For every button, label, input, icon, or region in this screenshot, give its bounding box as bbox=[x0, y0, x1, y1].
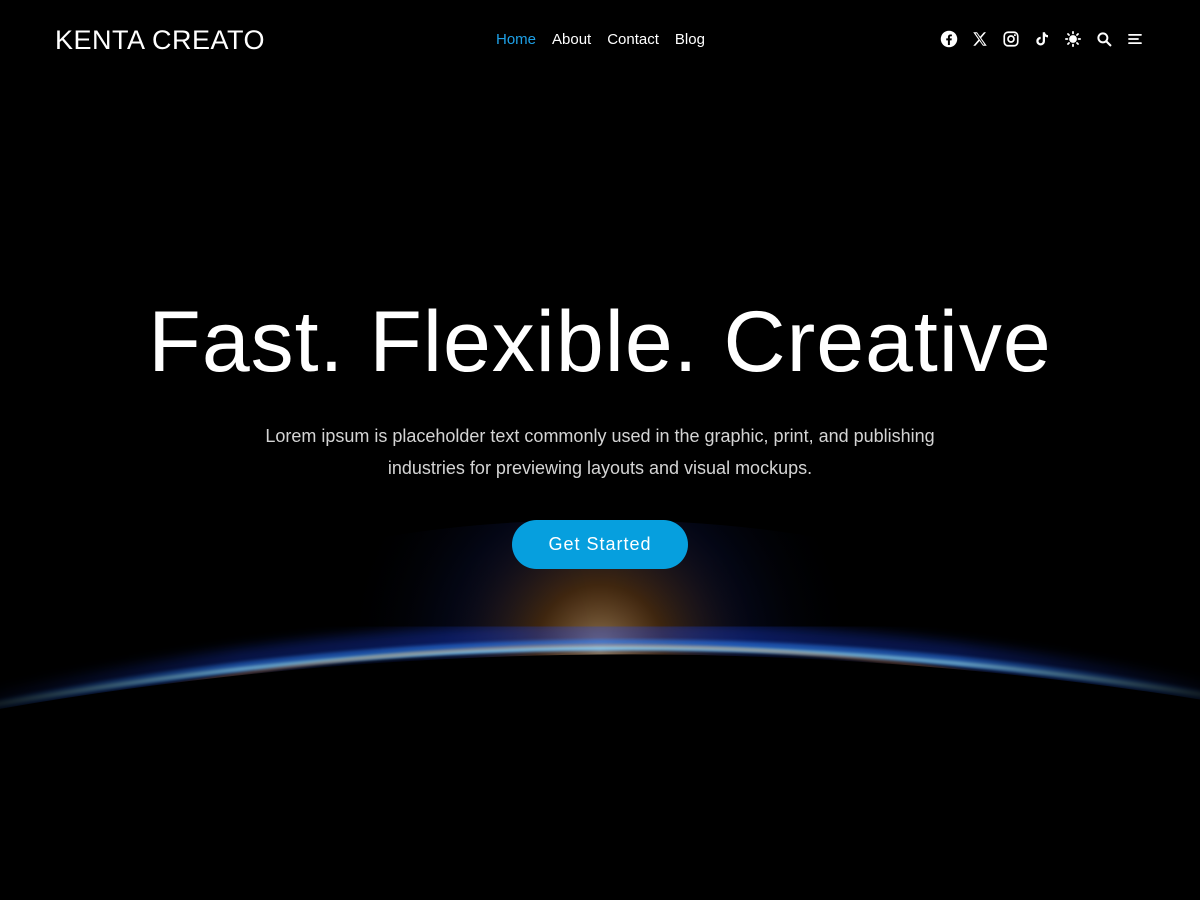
hero-subtitle: Lorem ipsum is placeholder text commonly… bbox=[265, 426, 935, 478]
x-twitter-icon[interactable] bbox=[970, 29, 990, 49]
search-icon[interactable] bbox=[1094, 29, 1114, 49]
facebook-icon[interactable] bbox=[939, 29, 959, 49]
nav-link-contact[interactable]: Contact bbox=[599, 30, 667, 50]
get-started-button[interactable]: Get Started bbox=[512, 520, 688, 569]
nav-link-home[interactable]: Home bbox=[488, 30, 544, 50]
menu-icon[interactable] bbox=[1125, 29, 1145, 49]
hero-content: Fast. Flexible. Creative Lorem ipsum is … bbox=[0, 290, 1200, 569]
site-logo[interactable]: KENTA CREATO bbox=[55, 24, 265, 56]
nav-link-blog[interactable]: Blog bbox=[667, 30, 713, 50]
site-header: KENTA CREATO Home About Contact Blog bbox=[0, 0, 1200, 80]
theme-toggle-icon[interactable] bbox=[1063, 29, 1083, 49]
hero-title: Fast. Flexible. Creative bbox=[148, 294, 1052, 390]
instagram-icon[interactable] bbox=[1001, 29, 1021, 49]
tiktok-icon[interactable] bbox=[1032, 29, 1052, 49]
nav-link-about[interactable]: About bbox=[544, 30, 599, 50]
main-nav: Home About Contact Blog bbox=[488, 30, 713, 50]
header-icons bbox=[928, 29, 1145, 49]
